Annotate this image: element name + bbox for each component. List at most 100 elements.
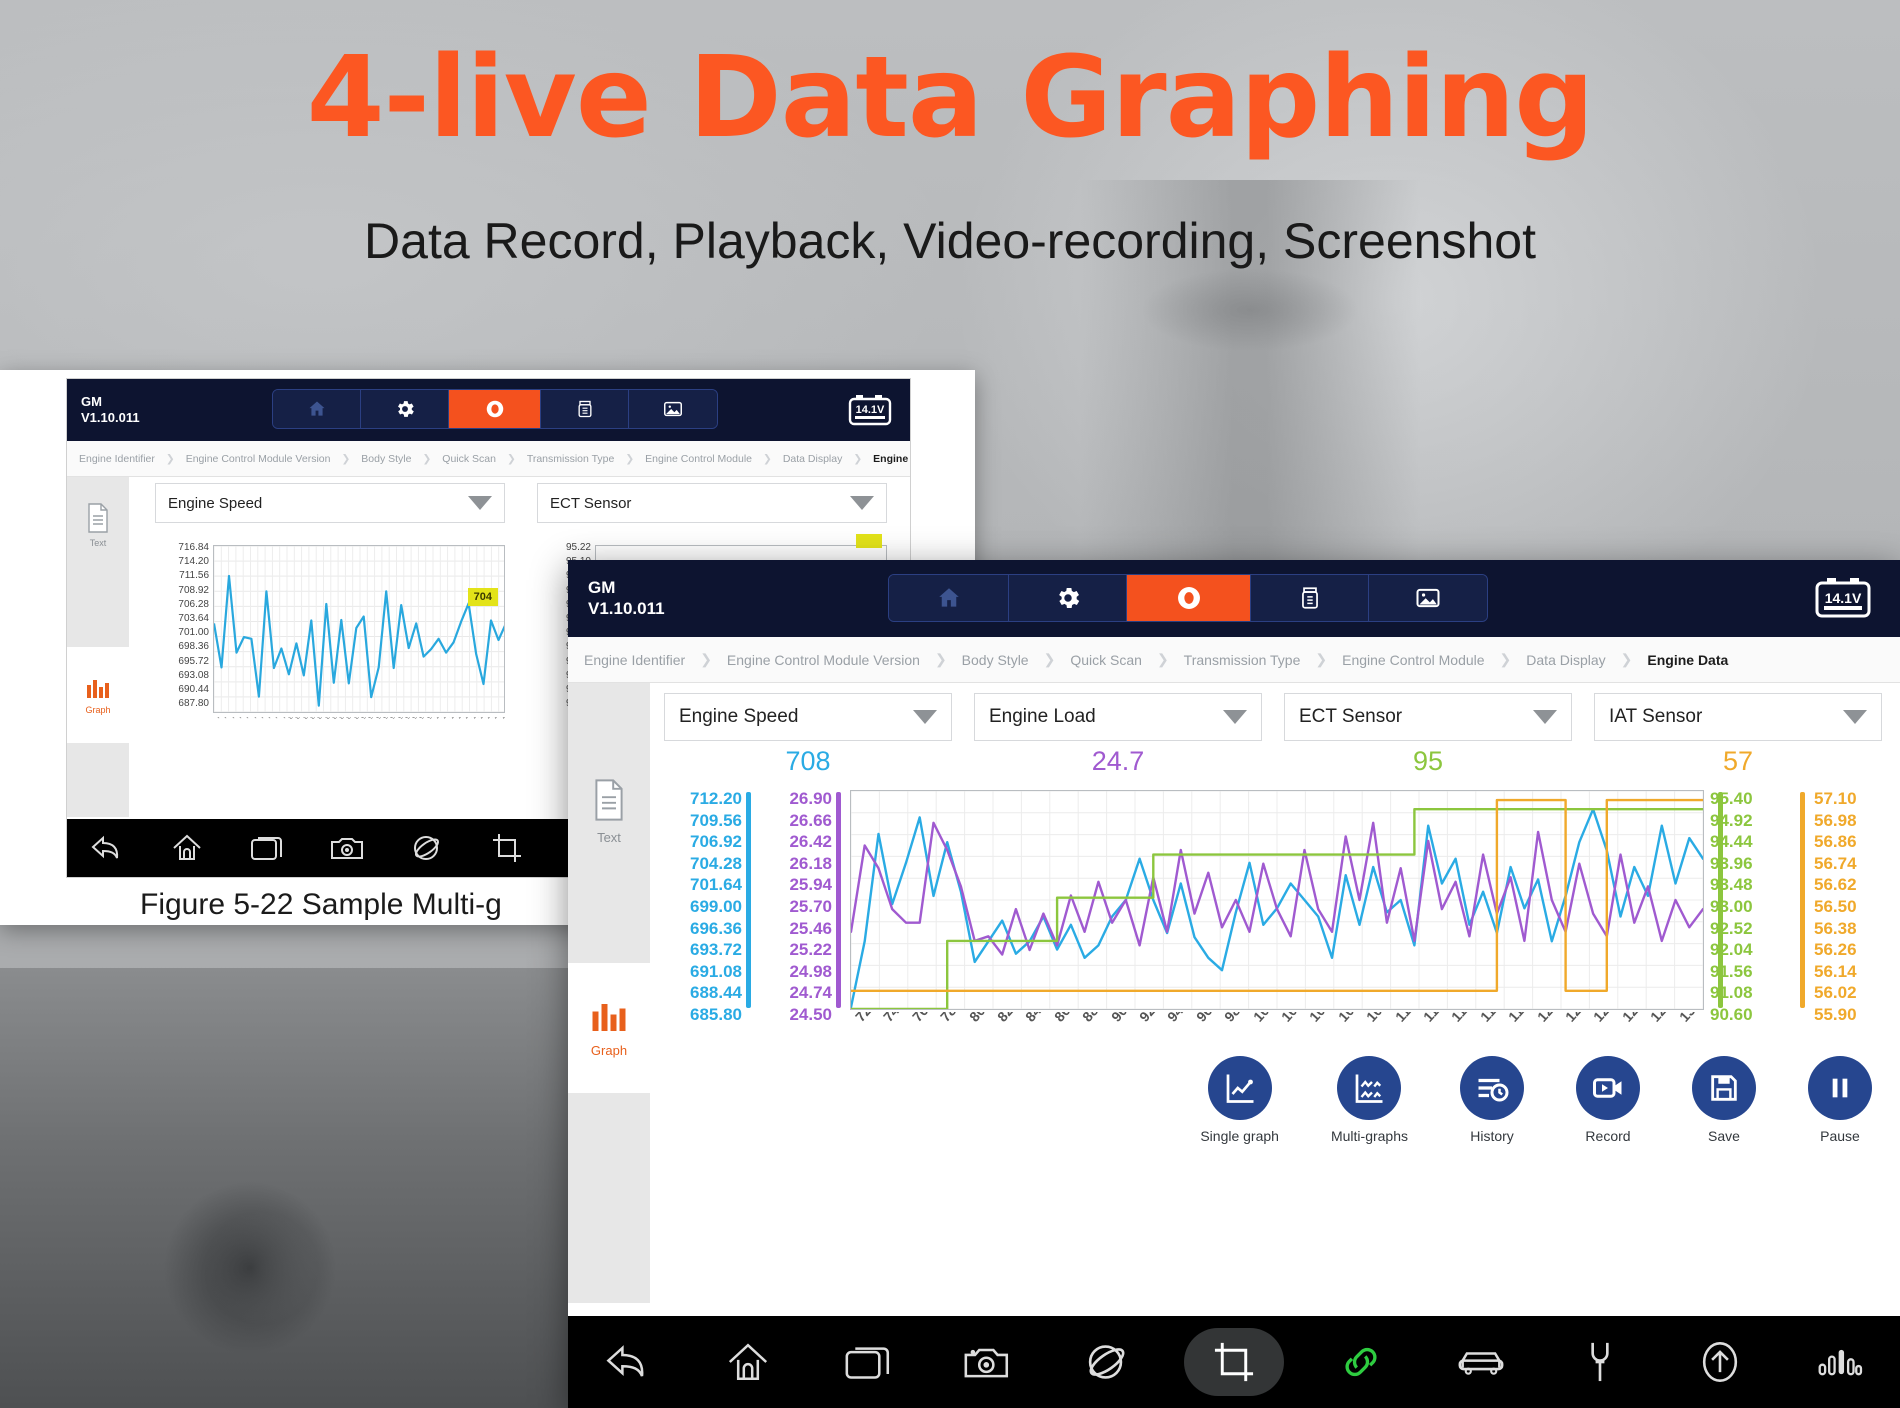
- axis-tick-label: 714.20: [178, 556, 209, 568]
- front-crumb-0[interactable]: Engine Identifier: [584, 652, 685, 668]
- front-crumb-1[interactable]: Engine Control Module Version: [727, 652, 920, 668]
- axis-tick-label: 703.64: [178, 613, 209, 625]
- front-nav-car[interactable]: [1438, 1328, 1524, 1396]
- back-crumb-2[interactable]: Body Style: [361, 453, 411, 465]
- back-topnav[interactable]: [272, 389, 718, 429]
- image-icon: [1416, 588, 1440, 608]
- front-topnav-print-button[interactable]: [1251, 575, 1369, 621]
- front-nav-link[interactable]: [1318, 1328, 1404, 1396]
- axis-tick-label: 711.56: [179, 570, 209, 582]
- front-topnav-record-button[interactable]: [1127, 575, 1251, 621]
- home-icon: [938, 588, 959, 607]
- front-nav-home[interactable]: [705, 1328, 791, 1396]
- front-action-5-label: Pause: [1820, 1128, 1860, 1144]
- back-crumb-0[interactable]: Engine Identifier: [79, 453, 155, 465]
- front-topnav-settings-button[interactable]: [1009, 575, 1127, 621]
- front-crumb-2[interactable]: Body Style: [962, 652, 1029, 668]
- front-selector-ect-sensor[interactable]: ECT Sensor: [1284, 693, 1572, 741]
- back-brand: GM: [81, 394, 102, 410]
- front-selector-iat-sensor[interactable]: IAT Sensor: [1594, 693, 1882, 741]
- back-nav-browser-icon[interactable]: [387, 819, 467, 877]
- front-action-1-label: Multi-graphs: [1330, 1128, 1408, 1144]
- front-action-multi-graphs[interactable]: Multi-graphs: [1331, 1056, 1408, 1144]
- back-crumb-7[interactable]: Engine Data: [873, 453, 910, 465]
- axis-tick-label: 687.80: [178, 698, 209, 710]
- topnav-home-button[interactable]: [273, 390, 361, 428]
- front-selector-engine-speed[interactable]: Engine Speed: [664, 693, 952, 741]
- front-crumb-3[interactable]: Quick Scan: [1070, 652, 1142, 668]
- back-crumb-4[interactable]: Transmission Type: [527, 453, 615, 465]
- front-sidebar-item-text[interactable]: Text: [568, 747, 650, 877]
- front-topnav-home-button[interactable]: [889, 575, 1009, 621]
- front-crumb-4[interactable]: Transmission Type: [1184, 652, 1301, 668]
- back-plot-0: 704: [213, 545, 505, 713]
- back-nav-back-icon[interactable]: [67, 819, 147, 877]
- topnav-record-button[interactable]: [449, 390, 541, 428]
- front-nav-crop[interactable]: [1183, 1328, 1284, 1396]
- back-sidebar: Text Graph: [67, 477, 129, 817]
- axis-tick-label: 701.00: [178, 627, 209, 639]
- axis-tick-label: 95.22: [565, 542, 591, 553]
- record-icon: [486, 400, 503, 418]
- axis-tick-label: 25.46: [789, 918, 832, 938]
- back-crumb-5[interactable]: Engine Control Module: [645, 453, 752, 465]
- front-topnav-screenshot-button[interactable]: [1369, 575, 1487, 621]
- wrench-icon: [1591, 1342, 1610, 1382]
- axis-tick-label: 94: [1164, 1012, 1187, 1025]
- front-nav-upload[interactable]: [1677, 1328, 1763, 1396]
- front-action-save[interactable]: Save: [1692, 1056, 1756, 1144]
- back-breadcrumb: Engine Identifier ❯ Engine Control Module…: [67, 441, 910, 477]
- front-nav-camera[interactable]: [944, 1328, 1030, 1396]
- front-crumb-6[interactable]: Data Display: [1526, 652, 1605, 668]
- front-brand: GM: [588, 577, 616, 597]
- back-icon: [606, 1345, 644, 1377]
- print-icon: [1301, 587, 1318, 609]
- front-nav-back[interactable]: [585, 1328, 671, 1396]
- front-action-record[interactable]: Record: [1576, 1056, 1640, 1144]
- front-tablet-screenshot: GM V1.10.011 14.1V Engine Identifier ❯ E…: [568, 560, 1900, 1408]
- front-nav-recents[interactable]: [825, 1328, 911, 1396]
- back-sidebar-item-graph[interactable]: Graph: [67, 647, 129, 743]
- back-crumb-6[interactable]: Data Display: [783, 453, 843, 465]
- front-nav-browser[interactable]: [1064, 1328, 1150, 1396]
- front-chart-axisbar-iat: [1800, 792, 1805, 1008]
- back-nav-recents-icon[interactable]: [227, 819, 307, 877]
- back-nav-camera-icon[interactable]: [307, 819, 387, 877]
- topnav-screenshot-button[interactable]: [629, 390, 717, 428]
- axis-tick-label: 704.28: [690, 853, 742, 873]
- topnav-settings-button[interactable]: [361, 390, 449, 428]
- back-selector-1[interactable]: ECT Sensor: [537, 483, 887, 523]
- back-chart-tooltip-1: [856, 534, 882, 548]
- front-selector-engine-load[interactable]: Engine Load: [974, 693, 1262, 741]
- back-selector-0[interactable]: Engine Speed: [155, 483, 505, 523]
- front-chart-yaxis-engine-load: 26.90 26.66 26.42 26.18 25.94 25.70 25.46 25.22…: [756, 788, 832, 1026]
- axis-tick-label: 112: [1420, 1012, 1447, 1025]
- front-action-history[interactable]: History: [1460, 1056, 1524, 1144]
- topnav-print-button[interactable]: [541, 390, 629, 428]
- front-action-pause[interactable]: Pause: [1808, 1056, 1872, 1144]
- back-sidebar-item-text[interactable]: Text: [67, 477, 129, 573]
- axis-tick-label: 24.98: [789, 961, 832, 981]
- axis-tick-label: 124: [1590, 1012, 1618, 1025]
- camera-icon: [331, 838, 363, 859]
- front-sidebar-item-graph[interactable]: Graph: [568, 963, 650, 1093]
- back-crumb-3[interactable]: Quick Scan: [442, 453, 496, 465]
- front-action-single-graph[interactable]: Single graph: [1200, 1056, 1279, 1144]
- front-navbar[interactable]: [568, 1316, 1900, 1408]
- front-action-history-circle: [1460, 1056, 1524, 1120]
- axis-tick-label: 699.00: [690, 896, 742, 916]
- front-crumb-7[interactable]: Engine Data: [1647, 652, 1728, 668]
- back-nav-home-icon[interactable]: [147, 819, 227, 877]
- front-nav-wrench[interactable]: [1557, 1328, 1643, 1396]
- chevron-down-icon: [913, 710, 937, 724]
- back-crumb-1[interactable]: Engine Control Module Version: [186, 453, 331, 465]
- axis-tick-label: 82: [994, 1012, 1017, 1025]
- back-nav-crop-icon[interactable]: [467, 819, 547, 877]
- image-icon: [664, 401, 682, 417]
- front-crumb-5[interactable]: Engine Control Module: [1342, 652, 1484, 668]
- back-chart-engine-speed: 716.84 714.20 711.56 708.92 706.28 703.64 701.…: [155, 541, 505, 741]
- front-nav-signal[interactable]: [1797, 1328, 1883, 1396]
- browser-icon: [1088, 1345, 1125, 1379]
- axis-tick-label: 688.44: [690, 983, 742, 1003]
- front-topnav[interactable]: [888, 574, 1488, 622]
